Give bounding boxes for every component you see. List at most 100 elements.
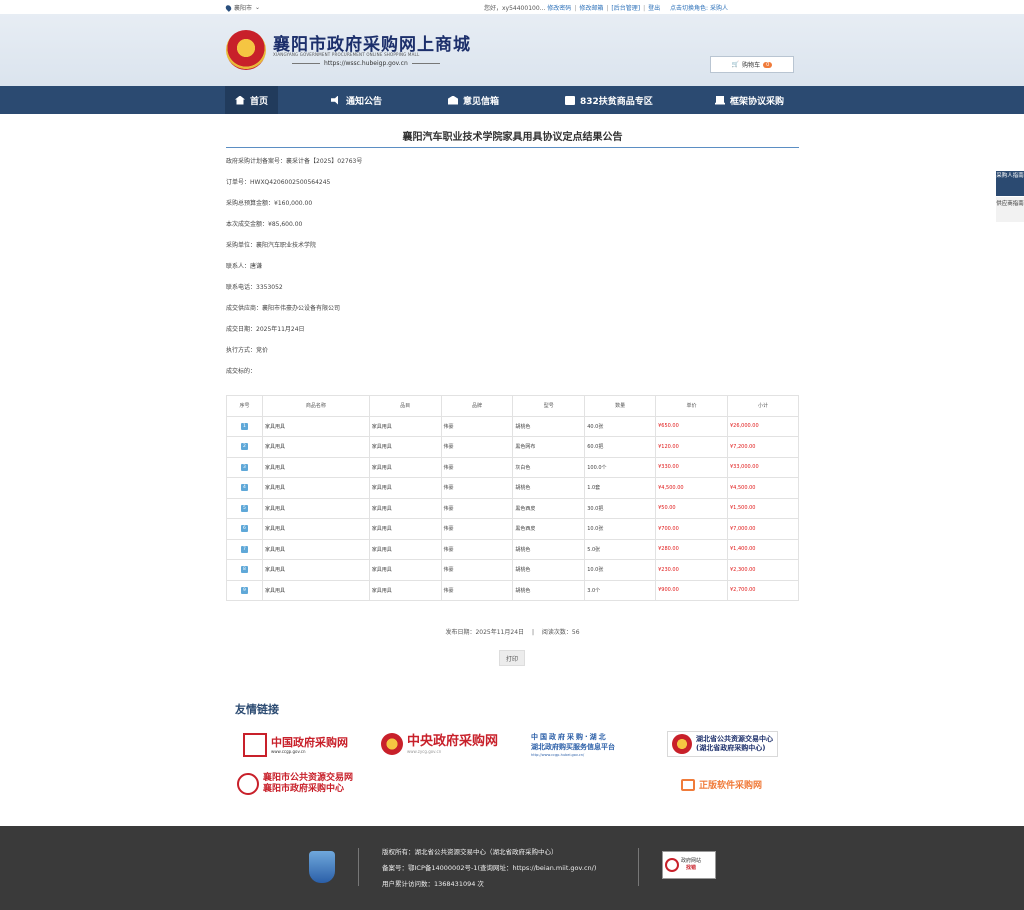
cell-name: 家具用具 <box>261 456 370 478</box>
party-gov-badge-icon[interactable] <box>309 851 335 883</box>
cell-brand: 伟豪 <box>440 456 514 478</box>
cell-price: ¥700.00 <box>655 518 728 540</box>
cell-qty: 10.0张 <box>584 559 657 581</box>
row-number-badge: 2 <box>240 443 248 451</box>
table-row: 9 家具用具 家具用具 伟豪 胡桃色 3.0个 ¥900.00 ¥2,700.00 <box>226 579 799 601</box>
cell-category: 家具用具 <box>368 415 442 437</box>
cell-subtotal: ¥1,400.00 <box>727 538 799 560</box>
publish-date: 发布日期：2025年11月24日 <box>445 629 525 636</box>
change-password-link[interactable]: 修改密码 <box>547 5 571 12</box>
admin-link[interactable]: [后台管理] <box>611 5 640 12</box>
cart-button[interactable]: 🛒 购物车 0 <box>710 56 794 73</box>
cell-subtotal: ¥2,300.00 <box>727 559 799 581</box>
cell-name: 家具用具 <box>261 477 370 499</box>
cell-category: 家具用具 <box>368 518 442 540</box>
nav-item-label: 框架协议采购 <box>730 96 785 107</box>
print-button[interactable]: 打印 <box>499 650 525 666</box>
cell-subtotal: ¥4,500.00 <box>727 477 799 499</box>
nav-item-notices[interactable]: 通知公告 <box>331 86 382 114</box>
change-email-link[interactable]: 修改邮箱 <box>579 5 603 12</box>
table-row: 1 家具用具 家具用具 伟豪 胡桃色 40.0张 ¥650.00 ¥26,000.00 <box>226 415 799 437</box>
cart-label: 购物车 <box>742 62 761 69</box>
cell-category: 家具用具 <box>368 559 442 581</box>
cell-price: ¥650.00 <box>655 415 728 437</box>
link-genuine-software[interactable]: 正版软件采购网 <box>681 778 762 791</box>
gov-badge-line2: 找错 <box>686 865 697 871</box>
publish-separator: | <box>531 629 534 636</box>
nav-item-feedback[interactable]: 意见信箱 <box>448 86 499 114</box>
field-deal-date: 成交日期：2025年11月24日 <box>226 326 305 333</box>
cell-brand: 伟豪 <box>440 518 514 540</box>
location-pin-icon <box>224 3 233 12</box>
row-number-cell: 9 <box>226 579 263 601</box>
cell-model: 胡桃色 <box>512 559 586 581</box>
row-number-cell: 3 <box>226 456 263 478</box>
greeting-text: 您好，xy54400100... <box>484 5 546 12</box>
supplier-guide-button[interactable]: 供应商指南 <box>996 197 1024 222</box>
cell-subtotal: ¥7,000.00 <box>727 518 799 540</box>
row-number-badge: 3 <box>240 463 248 471</box>
nav-item-poverty-zone[interactable]: 832扶贫商品专区 <box>565 86 653 114</box>
row-number-cell: 8 <box>226 559 263 581</box>
cell-brand: 伟豪 <box>440 538 514 560</box>
footer-icp[interactable]: 备案号：鄂ICP备14000002号-1(查询网址：https://beian.… <box>382 860 596 876</box>
field-purchaser: 采购单位：襄阳汽车职业技术学院 <box>226 242 317 249</box>
cell-brand: 伟豪 <box>440 559 514 581</box>
cell-category: 家具用具 <box>368 497 442 519</box>
cell-qty: 3.0个 <box>584 579 657 601</box>
site-subtitle: XIANGYANG GOVERNMENT PROCUREMENT ONLINE … <box>273 52 420 57</box>
link-ccgp[interactable]: 中国政府采购网 www.ccgp.gov.cn <box>243 733 348 757</box>
field-plan-no: 政府采购计划备案号：襄采计备【2025】02763号 <box>226 158 363 165</box>
table-row: 6 家具用具 家具用具 伟豪 黑色西皮 10.0张 ¥700.00 ¥7,000.00 <box>226 518 799 540</box>
row-number-badge: 4 <box>240 484 248 492</box>
cell-model: 黑色西皮 <box>512 518 586 540</box>
field-budget: 采购总预算金额：¥160,000.00 <box>226 200 313 207</box>
link-zycg[interactable]: 中央政府采购网 www.zycg.gov.cn <box>381 733 498 755</box>
field-phone: 联系电话：3353052 <box>226 284 283 291</box>
link-hubei-line2: 湖北政府购买服务信息平台 <box>531 743 615 751</box>
field-supplier: 成交供应商：襄阳市伟豪办公设备有限公司 <box>226 305 341 312</box>
col-header: 型号 <box>512 395 586 417</box>
cell-brand: 伟豪 <box>440 436 514 458</box>
location-selector[interactable]: 襄阳市 ⌄ <box>224 3 260 12</box>
cell-model: 黑色网布 <box>512 436 586 458</box>
links-section-title: 友情链接 <box>235 703 279 716</box>
table-header-row: 序号 商品名称 品目 品牌 型号 数量 单价 小计 <box>226 395 799 417</box>
buyer-guide-button[interactable]: 采购人指南 <box>996 171 1024 196</box>
site-header: 襄阳市政府采购网上商城 XIANGYANG GOVERNMENT PROCURE… <box>0 14 1024 86</box>
table-row: 7 家具用具 家具用具 伟豪 胡桃色 5.0张 ¥280.00 ¥1,400.00 <box>226 538 799 560</box>
link-hubei-line1: 中国政府采购·湖北 <box>531 733 608 741</box>
nav-item-label: 832扶贫商品专区 <box>580 96 653 107</box>
cell-subtotal: ¥2,700.00 <box>727 579 799 601</box>
link-hbggzy-line1: 湖北省公共资源交易中心 <box>696 735 773 743</box>
page-title: 襄阳汽车职业技术学院家具用具协议定点结果公告 <box>226 128 799 148</box>
cell-model: 灰白色 <box>512 456 586 478</box>
nav-item-framework[interactable]: 框架协议采购 <box>715 86 784 114</box>
document-icon <box>715 95 725 105</box>
link-zbrj-name: 正版软件采购网 <box>699 781 763 791</box>
cell-category: 家具用具 <box>368 538 442 560</box>
nav-item-home[interactable]: 首页 <box>225 86 279 114</box>
cell-name: 家具用具 <box>261 559 370 581</box>
col-header: 品目 <box>368 395 442 417</box>
table-row: 4 家具用具 家具用具 伟豪 胡桃色 1.0套 ¥4,500.00 ¥4,500.00 <box>226 477 799 499</box>
cell-subtotal: ¥33,000.00 <box>727 456 799 478</box>
publish-info: 发布日期：2025年11月24日 | 阅读次数：56 <box>226 627 799 636</box>
cell-qty: 100.0个 <box>584 456 657 478</box>
col-header: 小计 <box>727 395 799 417</box>
table-row: 8 家具用具 家具用具 伟豪 胡桃色 10.0张 ¥230.00 ¥2,300.00 <box>226 559 799 581</box>
field-method: 执行方式：竞价 <box>226 347 269 354</box>
cell-name: 家具用具 <box>261 436 370 458</box>
link-ccgp-hubei[interactable]: 中国政府采购·湖北 湖北政府购买服务信息平台 http://www.ccgp-h… <box>531 733 615 757</box>
cell-price: ¥50.00 <box>655 497 728 519</box>
link-xy-line1: 襄阳市公共资源交易网 <box>263 773 354 783</box>
col-header: 数量 <box>584 395 657 417</box>
logout-link[interactable]: 登出 <box>648 5 660 12</box>
cell-category: 家具用具 <box>368 436 442 458</box>
gov-error-report-badge[interactable]: 政府网站 找错 <box>662 851 716 879</box>
switch-role-link[interactable]: 点击切换角色: 采购人 <box>670 5 728 12</box>
link-hbggzy-line2: (湖北省政府采购中心) <box>696 744 766 752</box>
link-hubei-resource-center[interactable]: 湖北省公共资源交易中心 (湖北省政府采购中心) <box>667 731 778 757</box>
link-xiangyang-resource[interactable]: 襄阳市公共资源交易网 襄阳市政府采购中心 <box>237 773 353 795</box>
nav-item-label: 首页 <box>250 96 269 107</box>
